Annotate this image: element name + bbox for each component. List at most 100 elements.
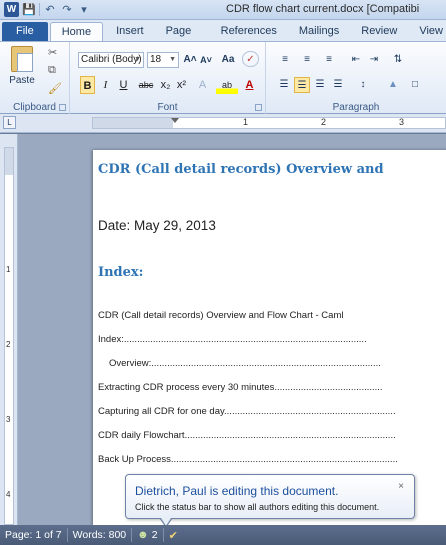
- redo-icon[interactable]: ↷: [60, 3, 74, 17]
- copy-icon[interactable]: ⧉: [48, 64, 56, 77]
- paste-button[interactable]: Paste: [4, 46, 40, 86]
- horizontal-ruler[interactable]: 1 2 3: [92, 117, 446, 129]
- tab-mailings[interactable]: Mailings: [288, 22, 350, 41]
- customize-qat-icon[interactable]: ▾: [77, 3, 91, 17]
- vruler-mark-1: 1: [6, 265, 11, 274]
- save-icon[interactable]: 💾: [22, 3, 36, 17]
- toc-entry[interactable]: CDR (Call detail records) Overview and F…: [98, 310, 343, 321]
- title-bar: W 💾 ↶ ↷ ▾ CDR flow chart current.docx [C…: [0, 0, 446, 20]
- paste-label: Paste: [9, 75, 35, 86]
- tab-page-layout[interactable]: Page Layout: [155, 22, 210, 56]
- vertical-ruler-track[interactable]: 1 2 3 4: [4, 147, 14, 525]
- line-spacing-icon[interactable]: ↕: [354, 77, 372, 93]
- grow-font-button[interactable]: A˄: [182, 52, 198, 68]
- align-center-icon[interactable]: ☰: [294, 77, 310, 93]
- toc-entry[interactable]: Extracting CDR process every 30 minutes.…: [98, 382, 383, 393]
- status-bar: Page: 1 of 7 Words: 800 ☻ 2 ✔: [0, 525, 446, 545]
- align-left-icon[interactable]: ☰: [276, 77, 292, 93]
- chevron-down-icon: ▼: [169, 56, 176, 63]
- italic-button[interactable]: I: [98, 76, 113, 94]
- tab-references[interactable]: References: [210, 22, 288, 41]
- vruler-mark-3: 3: [6, 415, 11, 424]
- bullets-icon[interactable]: ≡: [276, 52, 294, 68]
- ruler-mark-1: 1: [243, 117, 249, 127]
- document-title: CDR flow chart current.docx [Compatibi: [226, 3, 420, 15]
- ruler-row: L 1 2 3: [0, 114, 446, 133]
- shading-icon[interactable]: ▲: [384, 77, 402, 93]
- clipboard-group: Paste ✂ ⧉ 🖌 Clipboard: [0, 42, 70, 114]
- tab-review[interactable]: Review: [350, 22, 408, 41]
- top-margin-area: [5, 148, 13, 175]
- decrease-indent-icon[interactable]: ⇤: [348, 52, 364, 68]
- vruler-mark-2: 2: [6, 340, 11, 349]
- paragraph-group-label: Paragraph: [332, 102, 380, 113]
- notification-title: Dietrich, Paul is editing this document.: [135, 484, 339, 498]
- word-logo-icon[interactable]: W: [4, 2, 19, 17]
- authors-icon: ☻: [137, 529, 149, 541]
- justify-icon[interactable]: ☰: [330, 77, 346, 93]
- bold-button[interactable]: B: [80, 76, 95, 94]
- ruler-mark-3: 3: [399, 117, 405, 127]
- toc-entry[interactable]: Index:..................................…: [98, 334, 367, 345]
- qat-separator: [39, 3, 40, 16]
- track-changes-icon[interactable]: ✔: [164, 529, 183, 542]
- superscript-button[interactable]: x²: [174, 76, 189, 94]
- multilevel-list-icon[interactable]: ≡: [320, 52, 338, 68]
- quick-access-toolbar: W 💾 ↶ ↷ ▾: [4, 2, 91, 17]
- font-size-select[interactable]: 18 ▼: [147, 52, 179, 68]
- tab-file[interactable]: File: [2, 22, 48, 41]
- word-count[interactable]: Words: 800: [68, 528, 133, 542]
- borders-icon[interactable]: □: [406, 77, 424, 93]
- tab-home[interactable]: Home: [49, 22, 104, 41]
- first-line-indent-marker[interactable]: [171, 118, 179, 123]
- index-heading[interactable]: Index:: [98, 265, 143, 280]
- subscript-button[interactable]: x₂: [158, 76, 173, 94]
- paragraph-group: ≡ ≡ ≡ ⇤ ⇥ ⇅ ☰ ☰ ☰ ☰ ↕ ▲ □ Paragraph: [266, 42, 446, 114]
- toc-entry[interactable]: CDR daily Flowchart.....................…: [98, 430, 396, 441]
- text-effects-icon[interactable]: A: [195, 76, 210, 94]
- ribbon: Paste ✂ ⧉ 🖌 Clipboard Calibri (Body) ▼ 18…: [0, 41, 446, 114]
- font-size-value: 18: [150, 54, 162, 65]
- shrink-font-button[interactable]: A˅: [198, 52, 214, 68]
- vruler-mark-4: 4: [6, 490, 11, 499]
- clipboard-launcher-icon[interactable]: [59, 104, 66, 111]
- numbering-icon[interactable]: ≡: [298, 52, 316, 68]
- notification-message: Click the status bar to show all authors…: [135, 502, 380, 512]
- toc-entry[interactable]: Overview:...............................…: [109, 358, 381, 369]
- tab-selector-icon[interactable]: L: [3, 116, 16, 129]
- align-right-icon[interactable]: ☰: [312, 77, 328, 93]
- undo-icon[interactable]: ↶: [43, 3, 57, 17]
- tab-insert[interactable]: Insert: [105, 22, 155, 41]
- change-case-button[interactable]: Aa: [218, 52, 238, 68]
- close-icon[interactable]: ×: [398, 481, 404, 492]
- font-name-select[interactable]: Calibri (Body) ▼: [78, 52, 144, 68]
- cut-icon[interactable]: ✂: [48, 46, 57, 59]
- font-name-value: Calibri (Body): [81, 54, 142, 65]
- authors-editing-button[interactable]: ☻ 2: [132, 528, 164, 542]
- document-heading[interactable]: CDR (Call detail records) Overview and: [98, 162, 384, 177]
- toc-entry[interactable]: Capturing all CDR for one day...........…: [98, 406, 396, 417]
- document-canvas[interactable]: CDR (Call detail records) Overview and D…: [18, 134, 446, 525]
- toc-entry[interactable]: Back Up Process.........................…: [98, 454, 398, 465]
- highlight-icon[interactable]: ab: [216, 76, 238, 94]
- tab-view[interactable]: View: [408, 22, 446, 41]
- coauthor-notification[interactable]: Dietrich, Paul is editing this document.…: [125, 474, 415, 528]
- underline-button[interactable]: U: [116, 76, 131, 94]
- strikethrough-button[interactable]: abc: [136, 76, 156, 94]
- increase-indent-icon[interactable]: ⇥: [366, 52, 382, 68]
- font-group: Calibri (Body) ▼ 18 ▼ A˄ A˅ Aa ✓ B I U abc…: [70, 42, 266, 114]
- ruler-mark-2: 2: [321, 117, 327, 127]
- left-margin-area: [93, 118, 173, 128]
- clear-formatting-icon[interactable]: ✓: [242, 51, 259, 67]
- ribbon-tabs: File Home Insert Page Layout References …: [0, 20, 446, 56]
- sort-icon[interactable]: ⇅: [390, 52, 406, 68]
- font-launcher-icon[interactable]: [255, 104, 262, 111]
- page-count[interactable]: Page: 1 of 7: [0, 528, 68, 542]
- authors-count: 2: [151, 529, 158, 541]
- chevron-down-icon: ▼: [134, 56, 141, 63]
- font-color-icon[interactable]: A: [242, 76, 257, 94]
- vertical-ruler: 1 2 3 4: [0, 134, 18, 525]
- font-group-label: Font: [157, 102, 178, 113]
- document-date[interactable]: Date: May 29, 2013: [98, 218, 216, 233]
- format-painter-icon[interactable]: 🖌: [48, 82, 62, 95]
